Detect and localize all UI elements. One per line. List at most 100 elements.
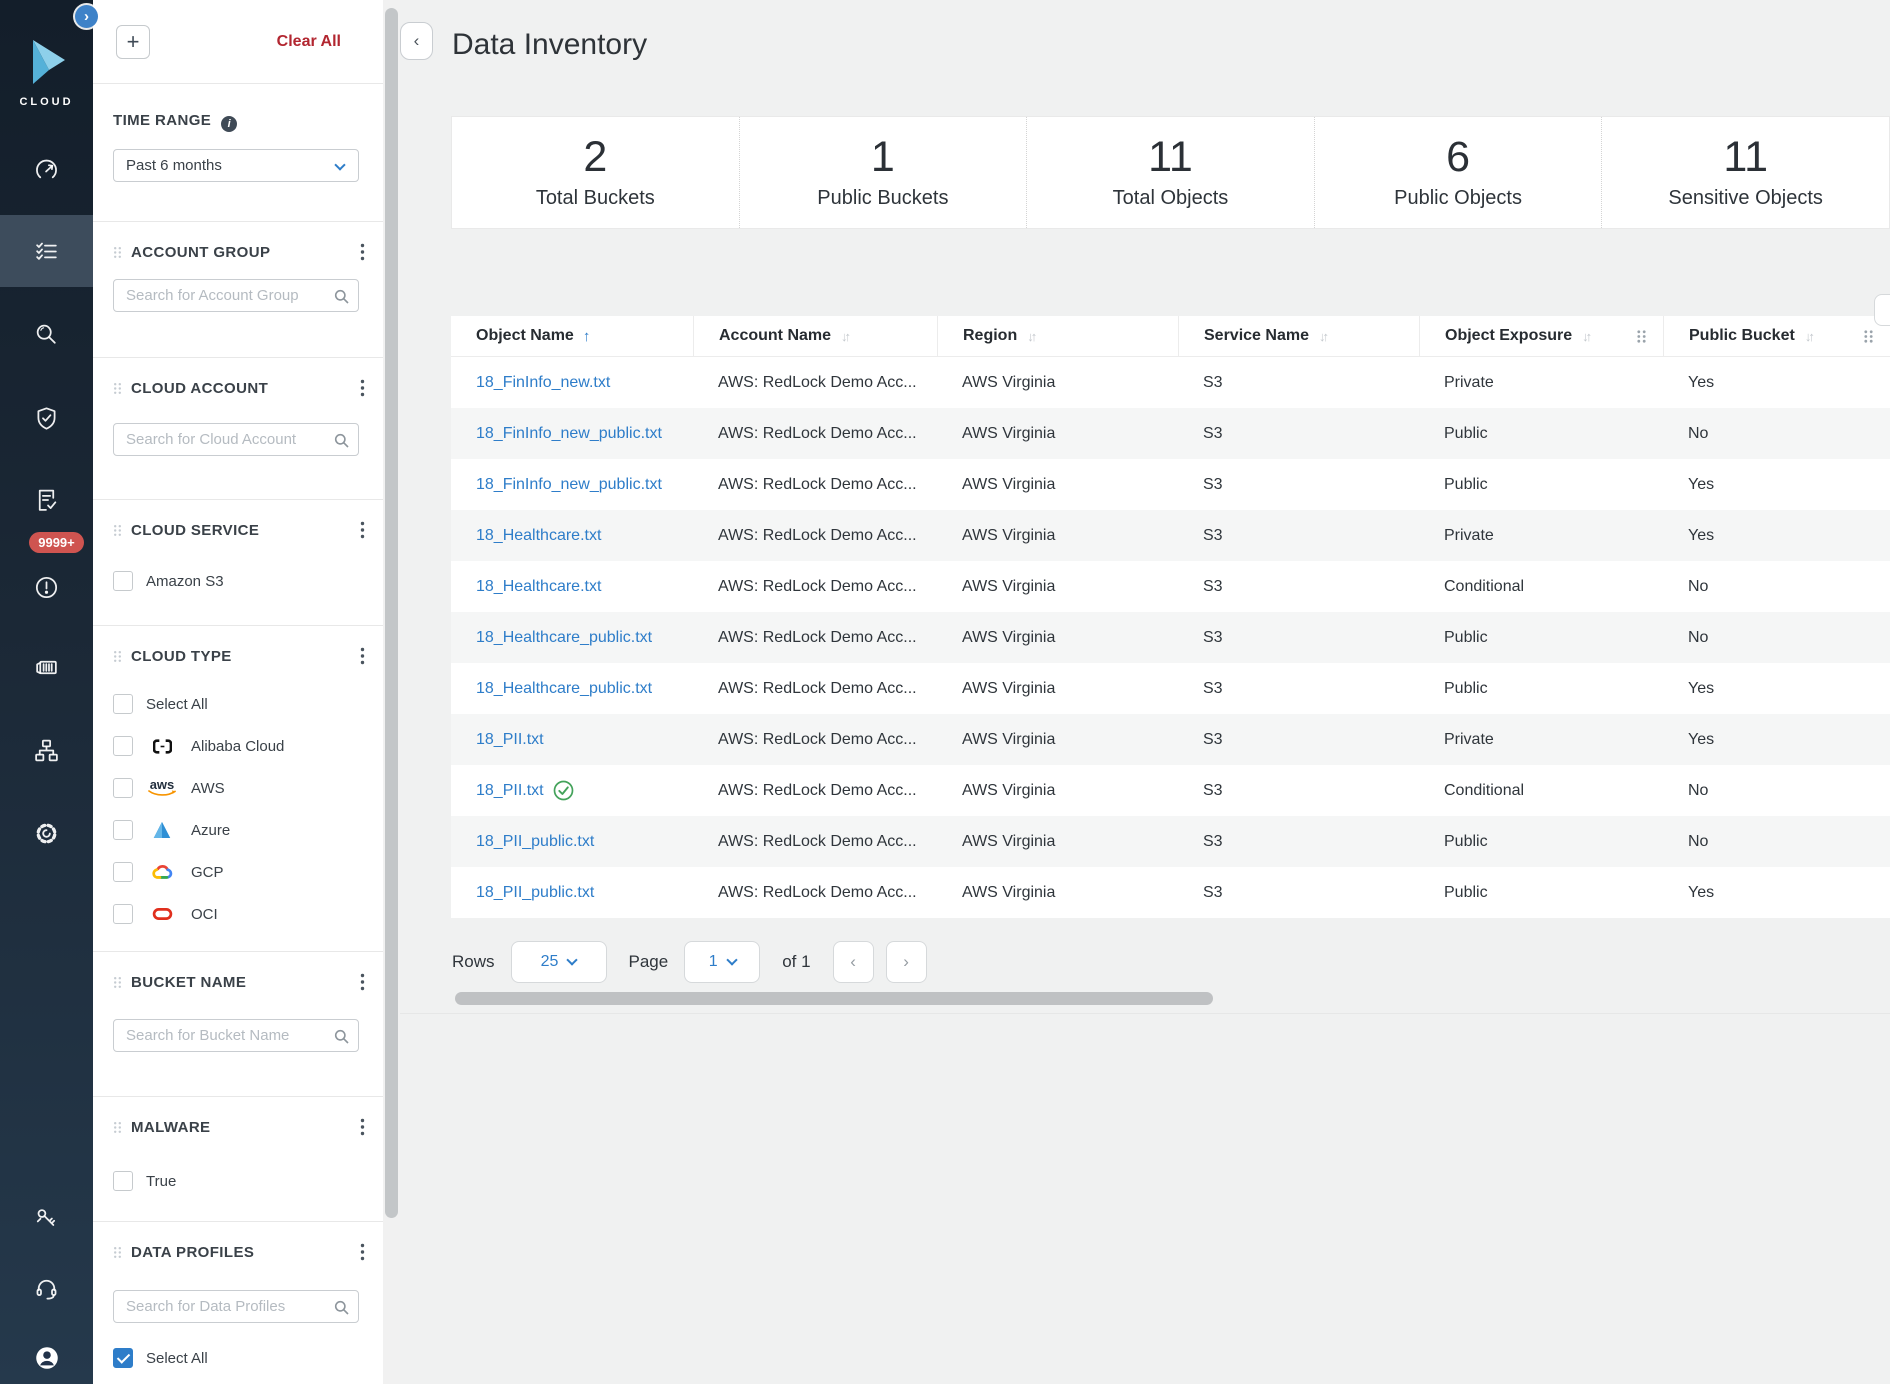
expand-chevron-badge[interactable]: › (75, 5, 98, 28)
checkbox-option-gcp[interactable]: GCP (113, 851, 363, 893)
search-icon (334, 289, 349, 304)
column-header-object-name[interactable]: Object Name↑ (451, 316, 693, 356)
object-name-link[interactable]: 18_Healthcare.txt (451, 510, 693, 561)
object-exposure-cell: Public (1419, 459, 1663, 510)
checkbox[interactable] (113, 1171, 133, 1191)
network-topology-icon (33, 737, 60, 764)
drag-handle-icon[interactable] (113, 1246, 122, 1259)
dashboard-gauge-icon (33, 157, 60, 184)
drag-handle-icon[interactable] (113, 246, 122, 259)
kebab-menu-icon[interactable] (360, 1118, 365, 1136)
column-header-object-exposure[interactable]: Object Exposure↓↑ (1419, 316, 1663, 356)
column-grip-icon[interactable] (1863, 329, 1874, 344)
checkbox-option-select-all[interactable]: Select All (113, 683, 363, 725)
object-name-link[interactable]: 18_Healthcare_public.txt (451, 612, 693, 663)
checkbox[interactable] (113, 736, 133, 756)
add-filter-button[interactable]: + (116, 25, 150, 59)
drag-handle-icon[interactable] (113, 382, 122, 395)
sidebar-item-policies[interactable] (0, 470, 93, 530)
object-name-link[interactable]: 18_FinInfo_new_public.txt (451, 408, 693, 459)
kebab-menu-icon[interactable] (360, 243, 365, 261)
table-header-row: Object Name↑ Account Name↓↑ Region↓↑ Ser… (451, 316, 1890, 357)
sidebar-item-access-keys[interactable] (0, 1188, 93, 1248)
checkbox-checked[interactable] (113, 1348, 133, 1368)
scrollbar-thumb[interactable] (385, 8, 398, 1218)
sidebar-item-dashboard[interactable] (0, 140, 93, 200)
checkbox-option-true[interactable]: True (113, 1171, 363, 1191)
column-header-account-name[interactable]: Account Name↓↑ (693, 316, 937, 356)
kebab-menu-icon[interactable] (360, 973, 365, 991)
object-name-link[interactable]: 18_FinInfo_new.txt (451, 357, 693, 408)
object-name-link[interactable]: 18_PII.txt (451, 714, 693, 765)
sidebar-item-settings[interactable] (0, 803, 93, 863)
drag-handle-icon[interactable] (113, 1121, 122, 1134)
sort-icon[interactable]: ↓↑ (1582, 329, 1589, 344)
sort-icon[interactable]: ↓↑ (1319, 329, 1326, 344)
sidebar-item-support[interactable] (0, 1258, 93, 1318)
inventory-checklist-icon (33, 238, 60, 265)
checkbox[interactable] (113, 820, 133, 840)
bucket-name-search-input[interactable] (114, 1020, 358, 1051)
kebab-menu-icon[interactable] (360, 521, 365, 539)
object-name-link[interactable]: 18_PII_public.txt (451, 816, 693, 867)
kebab-menu-icon[interactable] (360, 379, 365, 397)
checkbox[interactable] (113, 778, 133, 798)
column-settings-button[interactable] (1874, 294, 1890, 326)
checkbox-option-select-all-profiles[interactable]: Select All (113, 1348, 363, 1368)
kebab-menu-icon[interactable] (360, 647, 365, 665)
column-header-service-name[interactable]: Service Name↓↑ (1178, 316, 1419, 356)
object-name-link[interactable]: 18_PII_public.txt (451, 867, 693, 918)
sidebar-item-compute[interactable] (0, 637, 93, 697)
kebab-menu-icon[interactable] (360, 1243, 365, 1261)
checkbox-option-azure[interactable]: Azure (113, 809, 363, 851)
drag-handle-icon[interactable] (113, 976, 122, 989)
alert-circle-icon (33, 574, 60, 601)
checkbox[interactable] (113, 571, 133, 591)
service-name-cell: S3 (1178, 816, 1419, 867)
sidebar-item-profile[interactable] (0, 1328, 93, 1384)
checkbox-option-aws[interactable]: aws AWS (113, 767, 363, 809)
sort-icon[interactable]: ↓↑ (841, 329, 848, 344)
checkbox-option-amazon-s3[interactable]: Amazon S3 (113, 571, 363, 591)
sidebar-item-alerts[interactable] (0, 557, 93, 617)
checkbox-option-oci[interactable]: OCI (113, 893, 363, 935)
sidebar-item-inventory[interactable] (0, 215, 93, 287)
account-group-search-input[interactable] (114, 280, 358, 311)
public-bucket-cell: No (1663, 765, 1890, 816)
drag-handle-icon[interactable] (113, 650, 122, 663)
filter-panel-scrollbar[interactable] (383, 0, 400, 1384)
drag-handle-icon[interactable] (113, 524, 122, 537)
sidebar-item-compliance[interactable] (0, 388, 93, 448)
column-grip-icon[interactable] (1636, 329, 1647, 344)
account-name-cell: AWS: RedLock Demo Acc... (693, 510, 937, 561)
sort-ascending-icon[interactable]: ↑ (583, 328, 591, 345)
time-range-select[interactable]: Past 6 months (113, 149, 359, 182)
horizontal-scrollbar-thumb[interactable] (455, 992, 1213, 1005)
rows-per-page-select[interactable]: 25 (511, 941, 607, 983)
checkbox[interactable] (113, 694, 133, 714)
checkbox-option-alibaba-cloud[interactable]: Alibaba Cloud (113, 725, 363, 767)
stat-value: 6 (1446, 135, 1470, 180)
sort-icon[interactable]: ↓↑ (1027, 329, 1034, 344)
collapse-filters-button[interactable]: ‹ (400, 22, 433, 60)
object-name-link[interactable]: 18_PII.txt (451, 765, 693, 816)
checkbox[interactable] (113, 904, 133, 924)
column-header-public-bucket[interactable]: Public Bucket↓↑ (1663, 316, 1890, 356)
sort-icon[interactable]: ↓↑ (1805, 329, 1812, 344)
sidebar-item-investigate[interactable] (0, 304, 93, 364)
page-select[interactable]: 1 (684, 941, 760, 983)
previous-page-button[interactable]: ‹ (833, 941, 874, 983)
checkbox[interactable] (113, 862, 133, 882)
object-name-link[interactable]: 18_FinInfo_new_public.txt (451, 459, 693, 510)
clear-all-filters-link[interactable]: Clear All (277, 33, 341, 51)
info-icon[interactable]: i (221, 116, 237, 132)
data-profiles-search-input[interactable] (114, 1291, 358, 1322)
column-header-region[interactable]: Region↓↑ (937, 316, 1178, 356)
filter-section-malware: MALWARE True (93, 1096, 383, 1221)
object-name-link[interactable]: 18_Healthcare.txt (451, 561, 693, 612)
cloud-account-search-input[interactable] (114, 424, 358, 455)
object-name-link[interactable]: 18_Healthcare_public.txt (451, 663, 693, 714)
public-bucket-cell: No (1663, 408, 1890, 459)
sidebar-item-network[interactable] (0, 720, 93, 780)
next-page-button[interactable]: › (886, 941, 927, 983)
